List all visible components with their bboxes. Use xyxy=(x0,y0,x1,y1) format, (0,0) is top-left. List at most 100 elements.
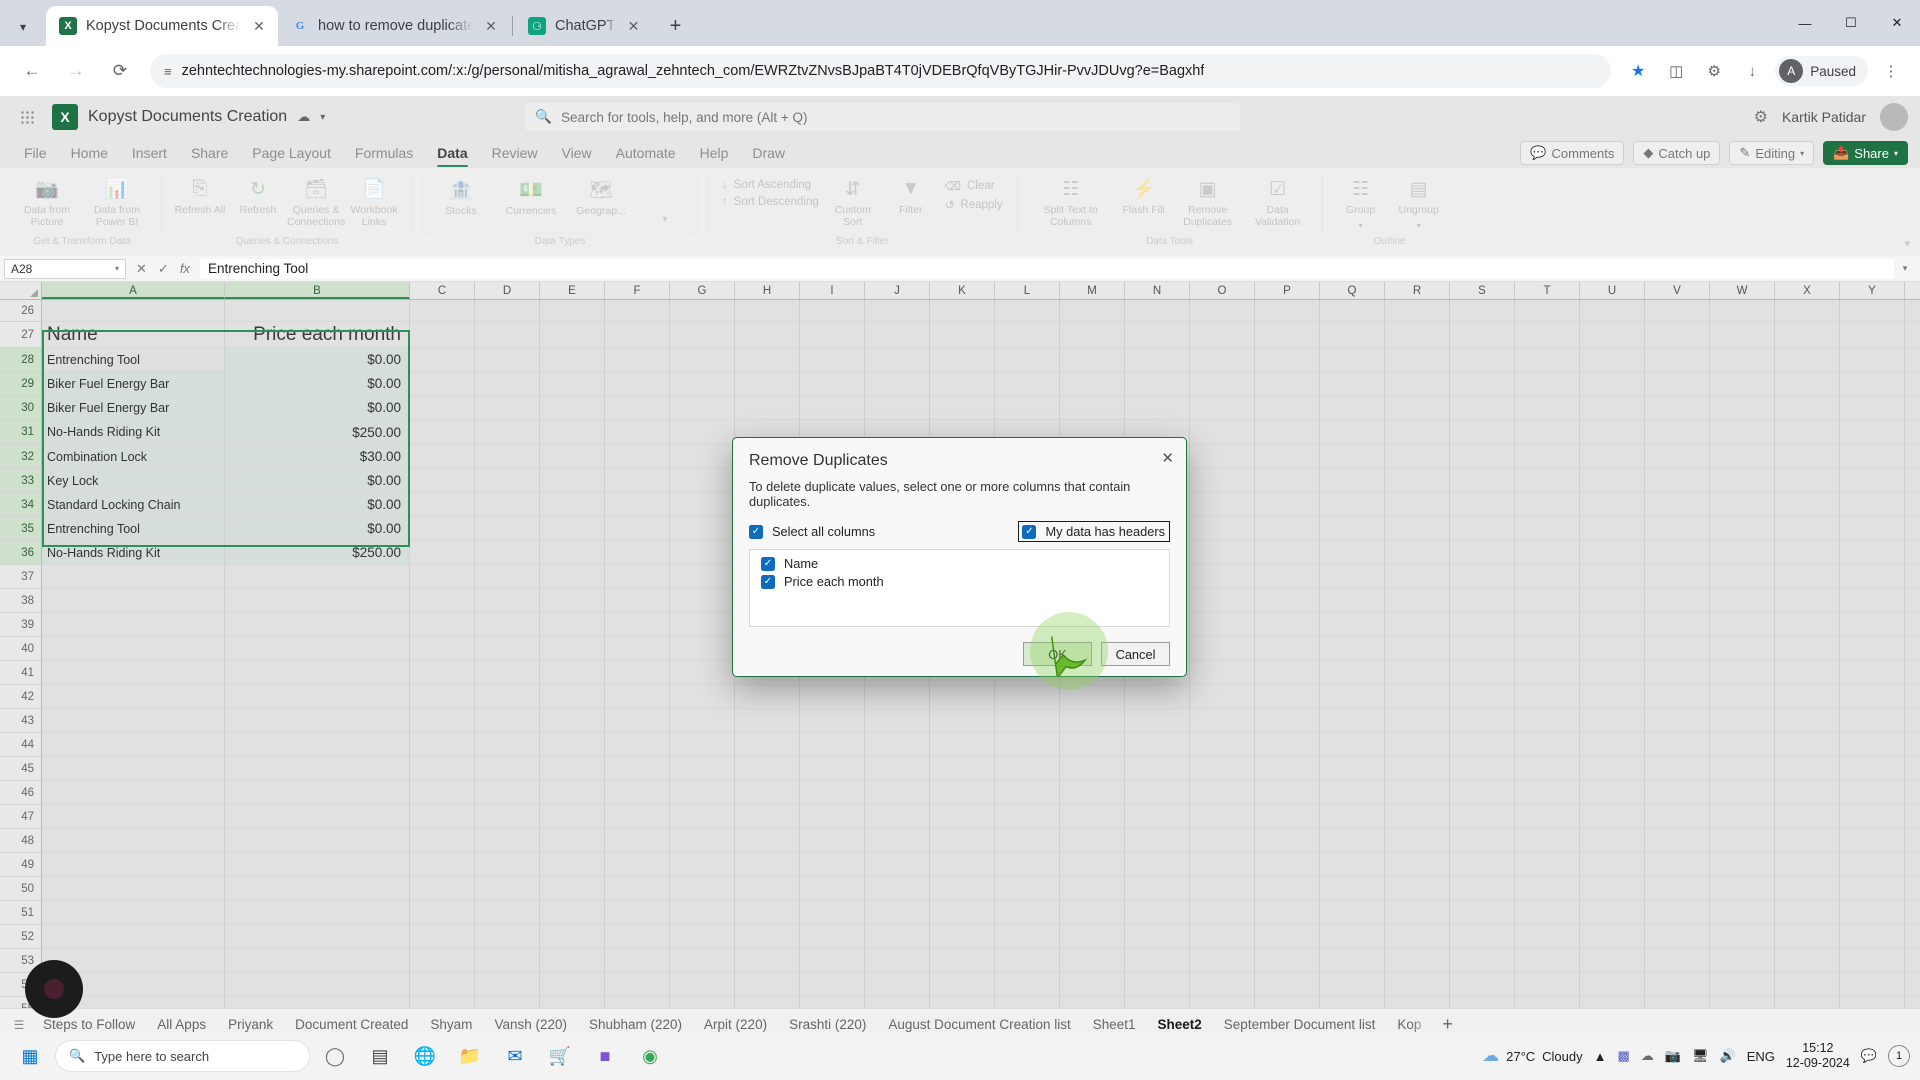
notification-badge[interactable]: 1 xyxy=(1888,1045,1910,1067)
cell-empty[interactable] xyxy=(1515,348,1580,372)
cell-empty[interactable] xyxy=(1450,925,1515,949)
cell-empty[interactable] xyxy=(1385,396,1450,420)
cell-empty[interactable] xyxy=(1385,805,1450,829)
column-header-P[interactable]: P xyxy=(1255,282,1320,299)
cell-empty[interactable] xyxy=(1580,445,1645,469)
row-header[interactable]: 29 xyxy=(0,372,42,396)
cell-empty[interactable] xyxy=(1710,348,1775,372)
cell-empty[interactable] xyxy=(1775,757,1840,781)
cell-empty[interactable] xyxy=(1580,925,1645,949)
cell-empty[interactable] xyxy=(930,997,995,1008)
cell-empty[interactable] xyxy=(1580,469,1645,493)
cell-column-a[interactable]: Entrenching Tool xyxy=(42,517,225,541)
cell-empty[interactable] xyxy=(1190,565,1255,589)
cell-empty[interactable] xyxy=(1320,781,1385,805)
cell-empty[interactable] xyxy=(1450,685,1515,709)
cell-column-b[interactable] xyxy=(225,565,410,589)
cell-empty[interactable] xyxy=(670,322,735,348)
column-header-O[interactable]: O xyxy=(1190,282,1255,299)
cell-empty[interactable] xyxy=(1060,901,1125,925)
camera-icon[interactable]: 📷 xyxy=(1665,1048,1681,1064)
cell-empty[interactable] xyxy=(1580,757,1645,781)
cell-empty[interactable] xyxy=(1515,685,1580,709)
ribbon-item-currencies[interactable]: 💵 Currencies xyxy=(496,173,566,218)
cell-empty[interactable] xyxy=(1905,973,1920,997)
cell-empty[interactable] xyxy=(1320,300,1385,322)
cell-empty[interactable] xyxy=(670,781,735,805)
cell-empty[interactable] xyxy=(410,925,475,949)
cell-column-b[interactable]: $0.00 xyxy=(225,372,410,396)
cell-empty[interactable] xyxy=(1645,420,1710,445)
cell-empty[interactable] xyxy=(540,396,605,420)
cell-column-a[interactable]: Biker Fuel Energy Bar xyxy=(42,372,225,396)
cell-empty[interactable] xyxy=(605,493,670,517)
cell-empty[interactable] xyxy=(1905,877,1920,901)
cell-empty[interactable] xyxy=(540,637,605,661)
cell-empty[interactable] xyxy=(1580,322,1645,348)
cell-empty[interactable] xyxy=(865,973,930,997)
cell-empty[interactable] xyxy=(1515,709,1580,733)
cell-empty[interactable] xyxy=(995,322,1060,348)
cell-empty[interactable] xyxy=(1515,300,1580,322)
cell-empty[interactable] xyxy=(1710,372,1775,396)
cell-column-a[interactable]: Name xyxy=(42,322,225,348)
cell-empty[interactable] xyxy=(540,733,605,757)
cell-column-a[interactable] xyxy=(42,661,225,685)
cell-empty[interactable] xyxy=(1385,997,1450,1008)
cell-empty[interactable] xyxy=(475,589,540,613)
cell-empty[interactable] xyxy=(1515,469,1580,493)
cell-empty[interactable] xyxy=(475,637,540,661)
cell-column-b[interactable]: $0.00 xyxy=(225,348,410,372)
ribbon-item-custom-sort[interactable]: ⇵ Custom Sort xyxy=(824,172,882,228)
ribbon-item-sort-descending[interactable]: ↑ Sort Descending xyxy=(717,195,824,209)
cell-empty[interactable] xyxy=(930,925,995,949)
comments-button[interactable]: 💬 Comments xyxy=(1520,141,1625,165)
cell-empty[interactable] xyxy=(930,733,995,757)
cell-empty[interactable] xyxy=(1515,517,1580,541)
downloads-icon[interactable]: ↓ xyxy=(1735,54,1769,88)
ribbon-item-refresh[interactable]: ↻ Refresh xyxy=(229,172,287,217)
browser-tab-3[interactable]: ⚆ ChatGPT ✕ xyxy=(515,6,652,46)
ribbon-tab-file[interactable]: File xyxy=(12,142,59,164)
cell-empty[interactable] xyxy=(1125,757,1190,781)
cell-empty[interactable] xyxy=(540,445,605,469)
row-header[interactable]: 37 xyxy=(0,565,42,589)
cell-empty[interactable] xyxy=(670,757,735,781)
cell-empty[interactable] xyxy=(1385,757,1450,781)
back-icon[interactable]: ← xyxy=(15,54,49,88)
cell-empty[interactable] xyxy=(1840,805,1905,829)
row-header[interactable]: 33 xyxy=(0,469,42,493)
cell-empty[interactable] xyxy=(1125,709,1190,733)
cell-empty[interactable] xyxy=(410,709,475,733)
cell-empty[interactable] xyxy=(1320,661,1385,685)
cell-empty[interactable] xyxy=(1775,469,1840,493)
cell-empty[interactable] xyxy=(605,565,670,589)
cell-empty[interactable] xyxy=(410,517,475,541)
cell-empty[interactable] xyxy=(475,469,540,493)
cell-empty[interactable] xyxy=(1060,877,1125,901)
cell-empty[interactable] xyxy=(540,322,605,348)
cell-empty[interactable] xyxy=(1840,901,1905,925)
cell-empty[interactable] xyxy=(1840,396,1905,420)
cell-empty[interactable] xyxy=(670,685,735,709)
cell-column-b[interactable] xyxy=(225,613,410,637)
cell-empty[interactable] xyxy=(1515,613,1580,637)
cell-empty[interactable] xyxy=(1710,420,1775,445)
cell-column-b[interactable]: $0.00 xyxy=(225,493,410,517)
maximize-button[interactable]: ☐ xyxy=(1828,0,1874,46)
cell-empty[interactable] xyxy=(1775,613,1840,637)
onedrive-icon[interactable]: ☁ xyxy=(1641,1048,1654,1064)
cell-empty[interactable] xyxy=(1775,565,1840,589)
cell-column-b[interactable] xyxy=(225,997,410,1008)
cell-empty[interactable] xyxy=(1125,853,1190,877)
cell-empty[interactable] xyxy=(735,901,800,925)
row-header[interactable]: 26 xyxy=(0,300,42,322)
forward-icon[interactable]: → xyxy=(59,54,93,88)
cell-column-b[interactable] xyxy=(225,661,410,685)
cell-empty[interactable] xyxy=(410,781,475,805)
cell-empty[interactable] xyxy=(605,300,670,322)
cell-empty[interactable] xyxy=(1125,829,1190,853)
cell-empty[interactable] xyxy=(1385,853,1450,877)
close-icon[interactable]: ✕ xyxy=(250,17,268,35)
cell-empty[interactable] xyxy=(1840,925,1905,949)
